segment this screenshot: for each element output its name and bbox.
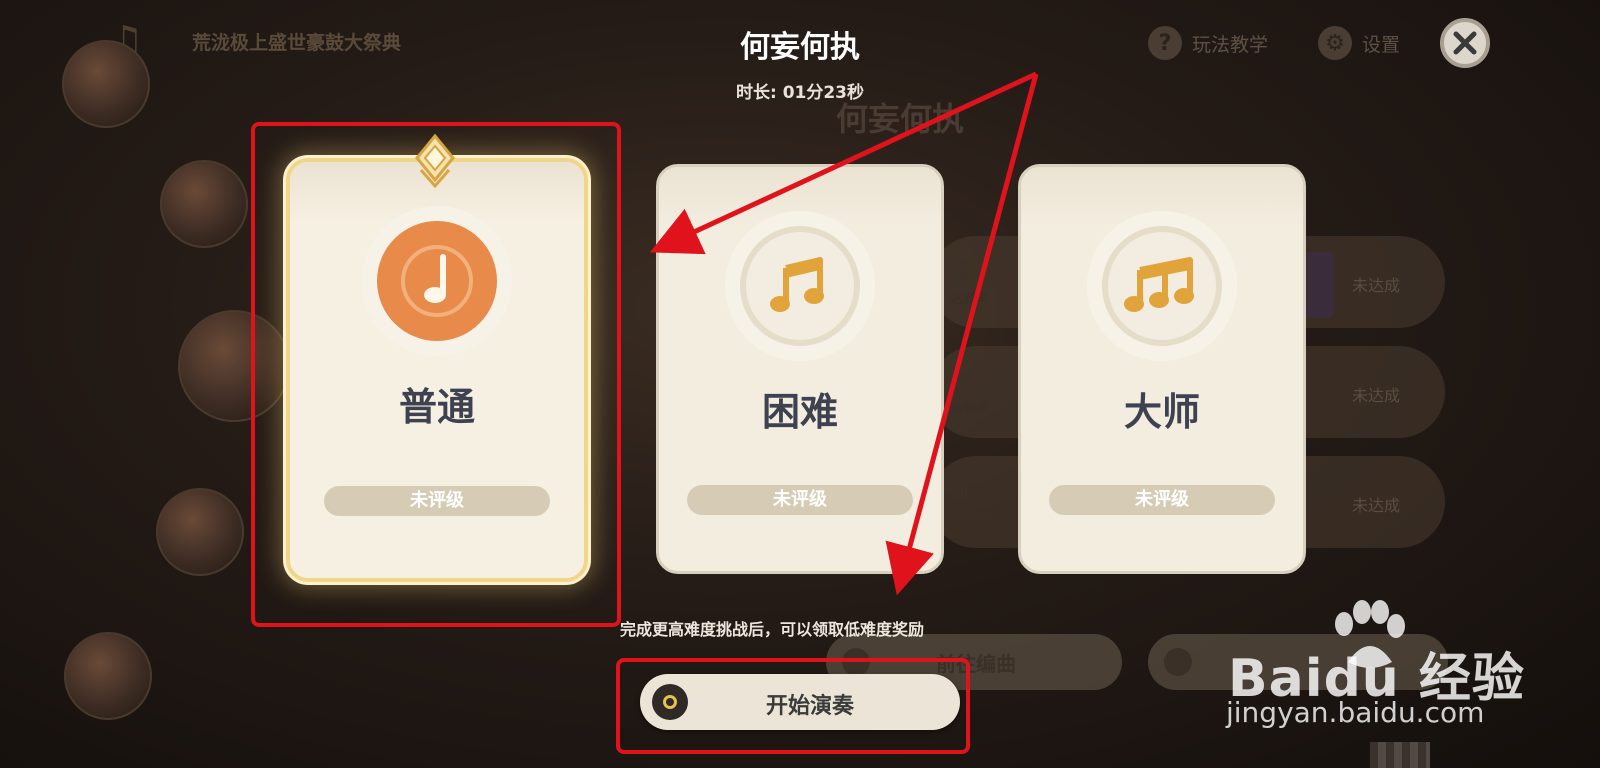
start-button-label: 开始演奏 <box>765 694 854 719</box>
background-row-sub: 达到声 <box>950 402 990 417</box>
background-row-sub: 达到声 <box>950 512 990 527</box>
difficulty-card-normal[interactable]: 普通 未评级 <box>286 158 588 582</box>
difficulty-label: 普通 <box>398 385 475 429</box>
difficulty-card-master[interactable]: 大师 未评级 <box>1018 164 1306 574</box>
circle-icon <box>842 648 870 676</box>
settings-label: 设置 <box>1362 33 1401 56</box>
grade-badge: 未评级 <box>1049 485 1275 515</box>
background-row-name: 难 <box>950 372 968 393</box>
card-icon-frame <box>1087 211 1237 361</box>
background-row-status: 未达成 <box>1352 496 1401 515</box>
single-note-icon <box>401 245 473 317</box>
triple-note-icon <box>1124 257 1194 312</box>
tutorial-button[interactable]: ? 玩法教学 <box>1148 26 1268 60</box>
card-icon-disc <box>1102 226 1222 346</box>
paw-icon <box>1335 600 1405 668</box>
double-note-icon <box>770 257 824 312</box>
background-row-sub: 达到声 <box>950 292 990 307</box>
watermark-url: jingyan.baidu.com <box>1226 696 1485 729</box>
grade-badge: 未评级 <box>324 486 550 516</box>
start-performance-button[interactable]: 开始演奏 <box>640 674 960 730</box>
grade-badge: 未评级 <box>687 485 913 515</box>
avatar <box>160 160 248 248</box>
question-icon: ? <box>1148 26 1182 60</box>
close-button[interactable] <box>1440 18 1490 68</box>
compose-button-label: 前往编曲 <box>936 652 1016 676</box>
difficulty-label: 困难 <box>761 390 838 434</box>
circle-icon <box>1164 648 1192 676</box>
background-row-status: 未达成 <box>1352 276 1401 295</box>
background-row-status: 未达成 <box>1352 386 1401 405</box>
tutorial-label: 玩法教学 <box>1192 33 1269 56</box>
background-row-name: 通 <box>950 262 968 283</box>
close-icon <box>1453 31 1477 55</box>
gear-icon: ⚙ <box>1318 26 1352 60</box>
card-icon-frame <box>362 206 512 356</box>
song-duration: 时长: 01分23秒 <box>735 83 865 103</box>
difficulty-card-hard[interactable]: 困难 未评级 <box>656 164 944 574</box>
card-icon-frame <box>725 211 875 361</box>
background-row-name: 师 <box>950 482 968 503</box>
card-icon-disc <box>740 226 860 346</box>
reward-hint: 完成更高难度挑战后，可以领取低难度奖励 <box>620 620 925 639</box>
card-icon-disc <box>377 221 497 341</box>
avatar <box>156 488 244 576</box>
avatar <box>64 632 152 720</box>
avatar <box>178 310 290 422</box>
pixelated-area <box>1370 742 1430 768</box>
difficulty-label: 大师 <box>1123 390 1200 434</box>
selected-marker-icon <box>415 134 455 188</box>
settings-button[interactable]: ⚙ 设置 <box>1318 26 1400 60</box>
